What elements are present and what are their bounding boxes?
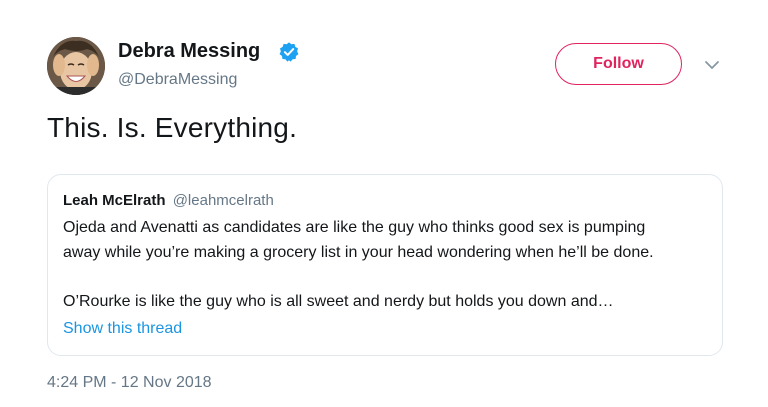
show-thread-link[interactable]: Show this thread xyxy=(63,320,182,338)
quoted-author-handle: @leahmcelrath xyxy=(172,192,274,209)
quoted-text-line: Ojeda and Avenatti as candidates are lik… xyxy=(63,219,646,236)
quoted-tweet-header: Leah McElrath @leahmcelrath xyxy=(63,192,274,209)
tweet-card: Debra Messing @DebraMessing Follow This.… xyxy=(0,0,768,407)
quoted-tweet[interactable]: Leah McElrath @leahmcelrath Ojeda and Av… xyxy=(47,174,723,356)
quoted-author-name: Leah McElrath xyxy=(63,192,166,209)
tweet-text: This. Is. Everything. xyxy=(47,112,298,143)
author-display-name[interactable]: Debra Messing xyxy=(118,40,260,63)
author-handle[interactable]: @DebraMessing xyxy=(118,71,237,89)
tweet-timestamp[interactable]: 4:24 PM - 12 Nov 2018 xyxy=(47,374,212,392)
quoted-text-line: O’Rourke is like the guy who is all swee… xyxy=(63,293,614,310)
follow-button[interactable]: Follow xyxy=(555,43,682,85)
chevron-down-icon[interactable] xyxy=(703,58,721,72)
verified-badge-icon xyxy=(279,42,299,62)
avatar-photo xyxy=(47,37,105,95)
avatar[interactable] xyxy=(47,37,105,95)
quoted-text-line: away while you’re making a grocery list … xyxy=(63,244,654,261)
